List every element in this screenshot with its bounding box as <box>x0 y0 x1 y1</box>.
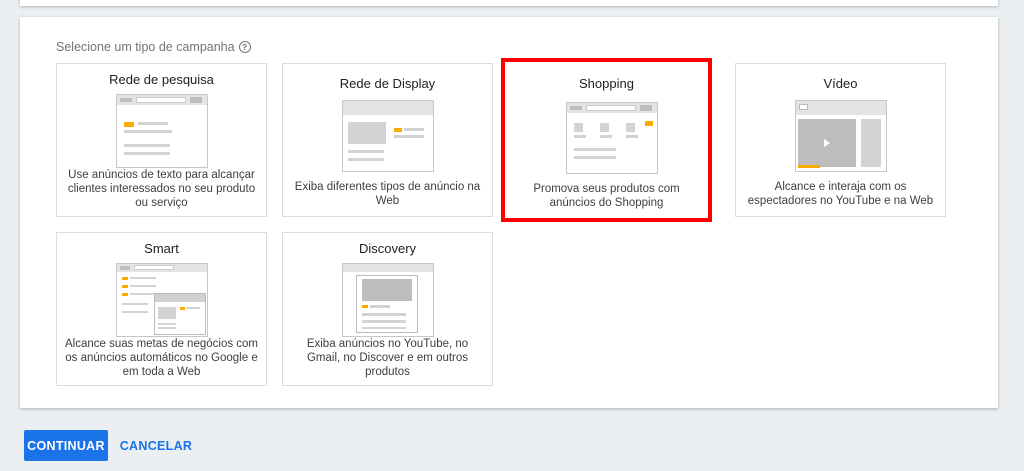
tile-video[interactable]: Vídeo Alcance e interaja com os espectad… <box>735 63 946 217</box>
tile-title: Discovery <box>358 241 417 256</box>
tile-title: Rede de Display <box>339 76 436 91</box>
previous-card <box>20 0 998 6</box>
section-label-text: Selecione um tipo de campanha <box>56 40 235 54</box>
tile-description: Alcance suas metas de negócios com os an… <box>64 338 259 378</box>
tile-search-network[interactable]: Rede de pesquisa Use anúncios de texto p… <box>56 63 267 217</box>
tile-description: Exiba diferentes tipos de anúncio na Web <box>294 181 481 207</box>
tile-display-network[interactable]: Rede de Display Exiba diferentes tipos d… <box>282 63 493 217</box>
tile-smart[interactable]: Smart Alcance suas metas de negócios com… <box>56 232 267 386</box>
tile-description: Use anúncios de texto para alcançar clie… <box>67 169 256 209</box>
continue-button[interactable]: CONTINUAR <box>24 430 108 461</box>
search-illustration-icon <box>116 94 208 168</box>
smart-illustration-icon <box>116 263 208 337</box>
discovery-illustration-icon <box>342 263 434 337</box>
tile-discovery[interactable]: Discovery Exiba anúncios no YouTube, no … <box>282 232 493 386</box>
tile-title: Shopping <box>579 76 634 91</box>
campaign-type-card: Selecione um tipo de campanha ? Rede de … <box>20 17 998 408</box>
cancel-button[interactable]: CANCELAR <box>116 430 196 461</box>
play-icon <box>824 139 830 147</box>
tile-title: Vídeo <box>823 76 858 91</box>
section-label: Selecione um tipo de campanha ? <box>56 40 251 54</box>
tile-shopping[interactable]: Shopping Promova seus produtos com anúnc… <box>501 58 712 222</box>
tile-title: Rede de pesquisa <box>109 72 214 87</box>
tile-description: Alcance e interaja com os espectadores n… <box>747 181 934 207</box>
display-illustration-icon <box>342 100 434 172</box>
tile-title: Smart <box>144 241 179 256</box>
help-circle-icon[interactable]: ? <box>238 41 251 53</box>
shopping-illustration-icon <box>566 102 658 174</box>
tile-description: Exiba anúncios no YouTube, no Gmail, no … <box>306 338 469 378</box>
video-illustration-icon <box>795 100 887 172</box>
tile-description: Promova seus produtos com anúncios do Sh… <box>533 183 680 209</box>
